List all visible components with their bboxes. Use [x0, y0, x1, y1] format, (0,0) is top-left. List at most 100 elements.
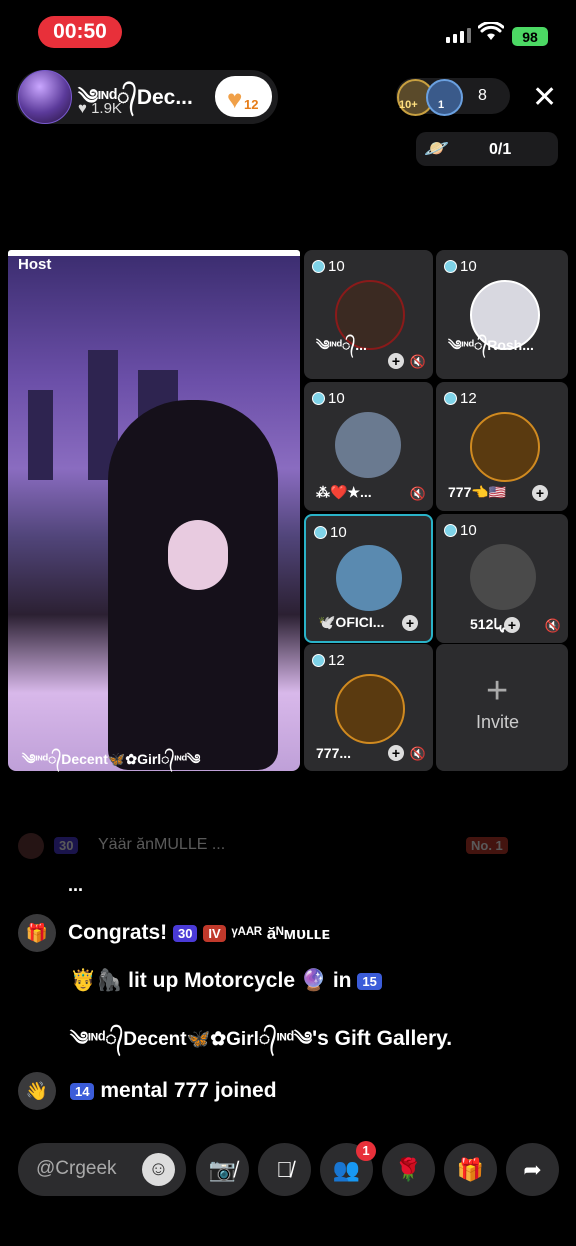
mic-muted-icon: 🔇 [544, 618, 561, 633]
planet-icon: 🪐 [424, 138, 449, 160]
emoji-icon[interactable]: ☺ [142, 1153, 175, 1186]
heart-icon: ♥ [227, 84, 243, 114]
guest-level: 10 [444, 258, 477, 275]
camera-off-icon: 📷̸ [208, 1156, 237, 1182]
faded-text: Yäär ănMULLE ... [98, 836, 226, 853]
guest-name: ⁂❤️★... [316, 484, 372, 500]
host-avatar[interactable] [18, 70, 72, 124]
follow-plus-icon[interactable]: + [504, 617, 520, 633]
diamond-icon [312, 392, 325, 405]
follow-plus-icon[interactable]: + [402, 615, 418, 631]
guest-avatar [336, 545, 402, 611]
battery-level: 98 [522, 28, 538, 45]
battery-indicator: 98 [512, 27, 548, 46]
viewer-avatar[interactable] [426, 79, 463, 116]
camera-off-button[interactable]: 📷̸ [196, 1143, 249, 1196]
diamond-icon [444, 524, 457, 537]
gift-text: lit up Motorcycle [128, 969, 295, 992]
follow-plus-icon[interactable]: + [388, 353, 404, 369]
share-button[interactable]: ➦ [506, 1143, 559, 1196]
level-badge: 30 [173, 924, 198, 942]
guest-seat-1[interactable]: 10 ༄ᶦᶰᵈ᭄... + 🔇 [304, 250, 433, 379]
host-mention[interactable]: ༄ᶦᶰᵈ᭄Decent🦋✿Girl᭄ᶦᶰᵈ༄ [70, 1029, 312, 1050]
host-progress-bar [8, 250, 300, 256]
guest-seat-6[interactable]: 10 تنہا512 + 🔇 [436, 514, 568, 643]
host-likes: ♥ 1.9K [78, 100, 122, 117]
diamond-icon [312, 654, 325, 667]
follow-plus-icon[interactable]: + [532, 485, 548, 501]
chat-input-placeholder: @Crgeek [36, 1158, 117, 1179]
in-word: in [332, 969, 352, 992]
guest-avatar [335, 674, 405, 744]
plus-icon: + [486, 670, 509, 712]
guest-avatar [470, 544, 536, 610]
signal-icon [446, 28, 471, 43]
wave-icon: 👋 [18, 1072, 56, 1110]
guest-seat-4[interactable]: 12 777👈🇺🇸 + [436, 382, 568, 511]
congrats-prefix: Congrats! [68, 921, 168, 944]
level-badge: 14 [70, 1082, 95, 1100]
host-video-feed[interactable] [8, 250, 300, 771]
guest-name: 777👈🇺🇸 [448, 484, 507, 500]
guest-name: ༄ᶦᶰᵈ᭄... [316, 337, 367, 353]
gift-icon: 🎁 [18, 914, 56, 952]
invite-label: Invite [476, 712, 520, 732]
rose-icon: 🌹 [394, 1156, 423, 1182]
clock: 00:50 [53, 20, 107, 43]
invite-seat-button[interactable]: + Invite [436, 644, 568, 771]
gift-sender-name[interactable]: ᵞᴬᴬᴿ ăᴺᴍᴜʟʟᴇ [231, 924, 329, 943]
guest-seat-2[interactable]: 10 ༄ᶦᶰᵈ᭄Rosh... [436, 250, 568, 379]
host-likes-count: 1.9K [91, 100, 122, 117]
chat-faded-line: 30 Yäär ănMULLE ... No. 1 [18, 833, 558, 859]
guest-avatar [335, 412, 401, 478]
time-pill: 00:50 [38, 16, 122, 48]
guest-avatar [470, 412, 540, 482]
guest-seat-5[interactable]: 10 🕊️OFICI... + [304, 514, 433, 643]
rank-badge: No. 1 [466, 837, 508, 854]
level-badge: 30 [54, 837, 79, 854]
follow-plus-icon[interactable]: + [388, 745, 404, 761]
gift-icon-small: 🔮 [300, 969, 327, 992]
joined-line: 14 mental 777 joined [70, 1079, 277, 1103]
notification-badge: 1 [356, 1141, 376, 1161]
congrats-line-3: ༄ᶦᶰᵈ᭄Decent🦋✿Girl᭄ᶦᶰᵈ༄'s Gift Gallery. [70, 1017, 452, 1071]
guest-level: 12 [312, 652, 345, 669]
users-icon: 👥 [332, 1156, 361, 1182]
share-arrow-icon: ➦ [523, 1156, 542, 1182]
joined-text: mental 777 joined [100, 1079, 277, 1102]
guest-level: 12 [444, 390, 477, 407]
chat-avatar [18, 833, 44, 859]
guest-level: 10 [312, 258, 345, 275]
mic-off-button[interactable]: 🎙̸ [258, 1143, 311, 1196]
mic-muted-icon: 🔇 [409, 746, 426, 761]
wifi-icon [477, 20, 505, 48]
diamond-icon [444, 260, 457, 273]
sender-emoji: 🤴🦍 [70, 969, 123, 992]
close-icon[interactable]: ✕ [532, 80, 557, 115]
gallery-text: 's Gift Gallery. [312, 1027, 453, 1050]
mic-off-icon: 🎙̸ [276, 1156, 293, 1182]
host-label: Host [18, 256, 52, 273]
guest-level: 10 [444, 522, 477, 539]
guest-seat-3[interactable]: 10 ⁂❤️★... 🔇 [304, 382, 433, 511]
rose-gift-button[interactable]: 🌹 [382, 1143, 435, 1196]
host-caption: ༄ᶦᶰᵈ᭄Decent🦋✿Girl᭄ᶦᶰᵈ༄ [22, 751, 201, 767]
mic-muted-icon: 🔇 [409, 354, 426, 369]
chat-ellipsis: ... [68, 875, 84, 895]
congrats-line-2: 🤴🦍 lit up Motorcycle 🔮 in 15 [70, 969, 382, 993]
viewer-level: 1 [438, 99, 445, 111]
gift-button[interactable]: 🎁 [444, 1143, 497, 1196]
viewer-count: 8 [478, 87, 487, 104]
guest-level: 10 [312, 390, 345, 407]
level-badge: 15 [357, 972, 382, 990]
mic-muted-icon: 🔇 [409, 486, 426, 501]
congrats-line-1: Congrats! 30 IV ᵞᴬᴬᴿ ăᴺᴍᴜʟʟᴇ [68, 921, 330, 945]
guest-seat-7[interactable]: 12 777... + 🔇 [304, 644, 433, 771]
guest-name: ༄ᶦᶰᵈ᭄Rosh... [448, 337, 534, 353]
guest-name: 777... [316, 745, 352, 761]
viewer-level: 10+ [399, 99, 418, 111]
diamond-icon [444, 392, 457, 405]
guest-name: 🕊️OFICI... [318, 614, 385, 630]
gift-box-icon: 🎁 [456, 1156, 485, 1182]
tier-badge: IV [203, 924, 226, 942]
